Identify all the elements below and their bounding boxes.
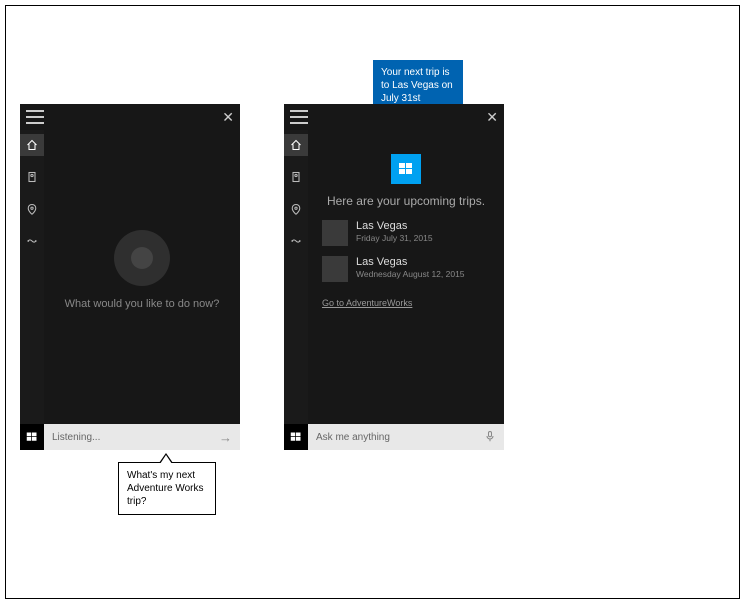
- close-icon[interactable]: ✕: [222, 110, 234, 124]
- user-query-callout: What's my next Adventure Works trip?: [118, 462, 216, 515]
- trip-item[interactable]: Las Vegas Wednesday August 12, 2015: [322, 256, 490, 282]
- windows-start-icon[interactable]: [20, 424, 44, 450]
- cortana-orb-icon: [114, 230, 170, 286]
- nav-music-icon[interactable]: [284, 230, 308, 252]
- app-tile-icon: [391, 154, 421, 184]
- cortana-prompt-text: What would you like to do now?: [44, 298, 240, 310]
- go-to-app-link[interactable]: Go to AdventureWorks: [322, 298, 412, 308]
- panel-body: What would you like to do now?: [20, 130, 240, 424]
- nav-home-icon[interactable]: [20, 134, 44, 156]
- trip-text: Las Vegas Wednesday August 12, 2015: [356, 256, 465, 282]
- trip-thumbnail: [322, 256, 348, 282]
- nav-rail: [284, 130, 308, 424]
- nav-notebook-icon[interactable]: [284, 166, 308, 188]
- user-query-text: What's my next Adventure Works trip?: [127, 470, 204, 507]
- submit-arrow-icon[interactable]: →: [219, 430, 232, 445]
- trip-date: Friday July 31, 2015: [356, 233, 433, 243]
- search-box[interactable]: Listening... →: [44, 424, 240, 450]
- cortana-orb-inner: [131, 247, 153, 269]
- cortana-panel-listening: ✕ What would you: [20, 104, 240, 450]
- trip-thumbnail: [322, 220, 348, 246]
- close-icon[interactable]: ✕: [486, 110, 498, 124]
- content-area: Here are your upcoming trips. Las Vegas …: [308, 130, 504, 424]
- titlebar: ✕: [284, 104, 504, 130]
- panel-body: Here are your upcoming trips. Las Vegas …: [284, 130, 504, 424]
- taskbar: Listening... →: [20, 424, 240, 450]
- trip-text: Las Vegas Friday July 31, 2015: [356, 220, 433, 246]
- trip-title: Las Vegas: [356, 220, 433, 233]
- cortana-response-text: Your next trip is to Las Vegas on July 3…: [381, 67, 453, 104]
- titlebar: ✕: [20, 104, 240, 130]
- nav-home-icon[interactable]: [284, 134, 308, 156]
- trip-date: Wednesday August 12, 2015: [356, 269, 465, 279]
- nav-places-icon[interactable]: [20, 198, 44, 220]
- taskbar: Ask me anything: [284, 424, 504, 450]
- windows-start-icon[interactable]: [284, 424, 308, 450]
- hamburger-icon[interactable]: [290, 110, 308, 124]
- page-frame: Your next trip is to Las Vegas on July 3…: [5, 5, 740, 599]
- trip-title: Las Vegas: [356, 256, 465, 269]
- nav-notebook-icon[interactable]: [20, 166, 44, 188]
- search-status-text: Listening...: [52, 432, 219, 443]
- search-placeholder-text: Ask me anything: [316, 432, 484, 443]
- cortana-panel-results: ✕ Here are your: [284, 104, 504, 450]
- results-heading: Here are your upcoming trips.: [308, 194, 504, 208]
- content-area: What would you like to do now?: [44, 130, 240, 424]
- search-box[interactable]: Ask me anything: [308, 424, 504, 450]
- trip-list: Las Vegas Friday July 31, 2015 Las Vegas…: [322, 220, 490, 311]
- hamburger-icon[interactable]: [26, 110, 44, 124]
- nav-music-icon[interactable]: [20, 230, 44, 252]
- microphone-icon[interactable]: [484, 430, 496, 445]
- nav-places-icon[interactable]: [284, 198, 308, 220]
- trip-item[interactable]: Las Vegas Friday July 31, 2015: [322, 220, 490, 246]
- nav-rail: [20, 130, 44, 424]
